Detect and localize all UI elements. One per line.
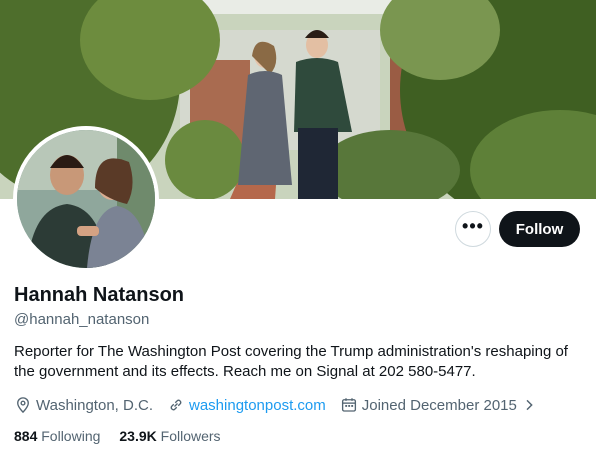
following-link[interactable]: 884 Following xyxy=(14,428,100,444)
followers-count: 23.9K xyxy=(119,428,157,444)
profile-name: Hannah Natanson xyxy=(14,284,185,306)
joined-item[interactable]: Joined December 2015 xyxy=(340,396,541,414)
website-item[interactable]: washingtonpost.com xyxy=(167,396,326,414)
followers-label: Followers xyxy=(160,428,221,444)
calendar-icon xyxy=(341,398,356,412)
profile-bio: Reporter for The Washington Post coverin… xyxy=(14,343,568,380)
profile-avatar[interactable] xyxy=(13,126,159,272)
following-label: Following xyxy=(41,428,101,444)
more-options-icon: ••• xyxy=(462,216,484,236)
joined-text: Joined December 2015 xyxy=(361,396,517,414)
location-text: Washington, D.C. xyxy=(36,396,153,414)
profile-handle: @hannah_natanson xyxy=(14,311,150,328)
follow-button[interactable]: Follow xyxy=(499,211,580,247)
profile-stats: 884 Following 23.9K Followers xyxy=(14,428,240,444)
avatar-photo xyxy=(17,130,155,268)
more-options-button[interactable]: ••• xyxy=(455,211,491,247)
website-link[interactable]: washingtonpost.com xyxy=(189,397,326,414)
following-count: 884 xyxy=(14,428,38,444)
location-pin-icon xyxy=(17,397,29,414)
location-item: Washington, D.C. xyxy=(14,396,153,414)
chevron-right-icon[interactable] xyxy=(521,397,537,413)
profile-meta: Washington, D.C. washingtonpost.com Join… xyxy=(14,395,555,415)
link-icon xyxy=(170,399,182,411)
followers-link[interactable]: 23.9K Followers xyxy=(119,428,220,444)
